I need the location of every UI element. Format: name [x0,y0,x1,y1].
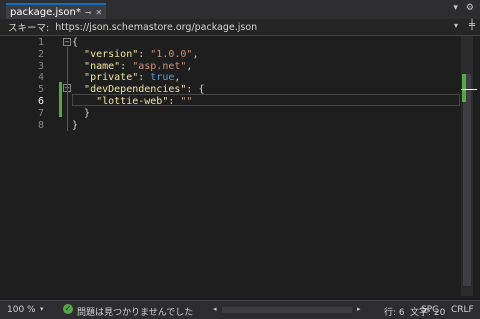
horizontal-scrollbar[interactable] [222,307,352,313]
scroll-right-icon[interactable]: ▸ [357,305,361,313]
code-line[interactable]: "devDependencies": { [72,84,204,95]
zoom-level[interactable]: 100 % [7,305,36,315]
code-token: , [192,48,199,60]
code-token: { [72,37,79,48]
gear-icon[interactable]: ⚙ [466,3,474,13]
code-token: : { [186,84,205,96]
code-token: : [168,96,181,107]
code-token: , [174,72,181,84]
fold-toggle-icon[interactable]: − [63,38,71,46]
code-token: true [150,72,175,84]
tab-bar: package.json* ⊸ ✕ ▾ ⚙ [0,0,480,19]
code-editor[interactable]: 12345678 − − { "version": "1.0.0", "name… [0,36,460,296]
code-token: } [72,107,91,119]
code-line[interactable]: { [72,37,78,48]
fold-guide-line [67,47,68,131]
code-token: "1.0.0" [150,48,193,60]
code-token: "devDependencies" [84,84,187,96]
scrollbar-thumb[interactable] [463,74,471,286]
pin-icon[interactable]: ⊸ [85,8,92,17]
code-line[interactable]: "private": true, [72,72,180,83]
code-token: : [138,72,151,84]
code-line[interactable]: "name": "asp.net", [72,61,192,72]
code-token: : [120,60,133,72]
status-bar: 100 % ▾ ✓ 問題は見つかりませんでした ◂ ▸ 行: 6 文字: 20 … [0,300,480,319]
code-token: "asp.net" [132,60,187,72]
tab-bar-actions: ▾ ⚙ [453,3,474,13]
code-token: "" [180,96,193,107]
vertical-scrollbar[interactable] [461,36,477,296]
chevron-down-icon[interactable]: ▾ [453,3,458,13]
line-number: 7 [37,107,44,119]
line-number: 4 [37,72,44,84]
zoom-dropdown-icon[interactable]: ▾ [40,305,44,313]
check-circle-icon: ✓ [63,304,73,314]
code-token: , [186,60,193,72]
line-number-gutter: 12345678 [0,36,56,296]
tab-title: package.json* [10,6,81,18]
issues-status[interactable]: 問題は見つかりませんでした [77,305,193,318]
code-token: "version" [84,48,139,60]
code-token: "name" [84,60,121,72]
code-token: : [138,48,151,60]
line-number: 5 [37,84,44,96]
line-number: 1 [37,37,44,48]
scroll-left-icon[interactable]: ◂ [213,305,217,313]
code-line[interactable]: "lottie-web": "" [72,96,192,107]
scrollbar-change-marker [462,74,466,102]
tab-package-json[interactable]: package.json* ⊸ ✕ [6,3,107,19]
indent-mode[interactable]: SPC [421,305,438,315]
line-number: 8 [37,119,44,131]
code-token: "lottie-web" [96,96,169,107]
line-indicator[interactable]: 行: 6 [384,305,405,318]
schema-dropdown-icon[interactable]: ▾ [454,21,458,30]
split-editor-icon[interactable]: ╪ [469,20,475,31]
close-icon[interactable]: ✕ [96,8,103,17]
line-number: 6 [37,96,44,107]
schema-url[interactable]: https://json.schemastore.org/package.jso… [55,22,257,33]
code-line[interactable]: } [72,108,90,119]
line-ending[interactable]: CRLF [451,305,474,315]
scrollbar-caret-marker [461,89,477,90]
schema-bar: スキーマ: https://json.schemastore.org/packa… [0,19,480,36]
code-token: "private" [84,72,139,84]
schema-label: スキーマ: [8,23,50,34]
code-token: } [72,119,79,131]
change-marker [59,82,62,117]
code-line[interactable]: } [72,120,78,131]
code-line[interactable]: "version": "1.0.0", [72,49,198,60]
line-number: 3 [37,60,44,72]
line-number: 2 [37,48,44,60]
